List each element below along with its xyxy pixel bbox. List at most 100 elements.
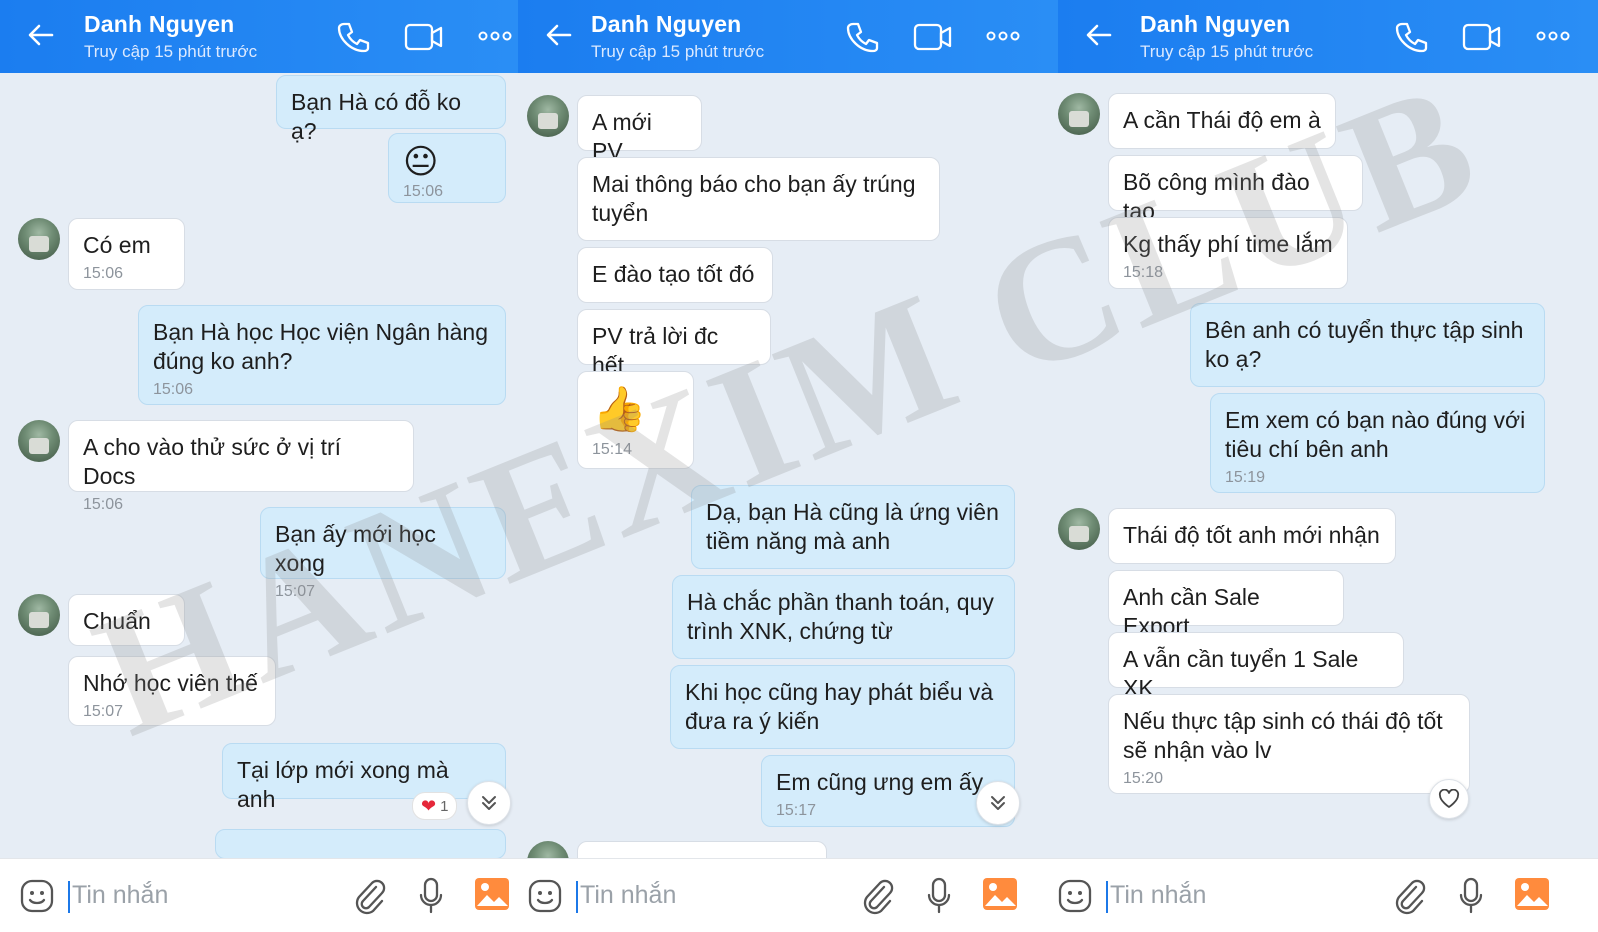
- video-call-icon[interactable]: [1462, 22, 1502, 52]
- contact-name[interactable]: Danh Nguyen: [591, 11, 741, 38]
- message-text: Nhớ học viên thế: [83, 670, 258, 696]
- chat-header: Danh Nguyen Truy cập 15 phút trước: [0, 0, 518, 73]
- message-bubble[interactable]: Bạn Hà học Học viện Ngân hàng đúng ko an…: [138, 305, 506, 405]
- sticker-icon[interactable]: [528, 879, 562, 913]
- image-gallery-icon[interactable]: [474, 877, 510, 911]
- message-bubble[interactable]: Thái độ tốt anh mới nhận: [1108, 508, 1396, 564]
- message-bubble[interactable]: Bõ công mình đào tạo: [1108, 155, 1363, 224]
- phone-icon[interactable]: [845, 20, 879, 54]
- message-bubble-partial[interactable]: [215, 829, 506, 859]
- back-arrow-icon[interactable]: [544, 20, 574, 50]
- message-bubble[interactable]: 👍 15:14: [577, 371, 694, 469]
- thumbs-up-sticker: 👍: [592, 385, 647, 434]
- contact-name[interactable]: Danh Nguyen: [1140, 11, 1290, 38]
- emoji-sticker: 😐: [403, 143, 439, 181]
- chat-panel-1: Danh Nguyen Truy cập 15 phút trước Bạn H…: [0, 0, 518, 932]
- message-composer: Tin nhắn: [0, 858, 518, 932]
- video-call-icon[interactable]: [404, 22, 444, 52]
- message-bubble[interactable]: Hà chắc phần thanh toán, quy trình XNK, …: [672, 575, 1015, 659]
- message-bubble[interactable]: Anh cần Sale Export: [1108, 570, 1344, 639]
- message-text: Chuẩn: [83, 608, 151, 634]
- text-cursor: [576, 881, 578, 913]
- message-input[interactable]: Tin nhắn: [580, 881, 676, 910]
- message-bubble[interactable]: Dạ, bạn Hà cũng là ứng viên tiềm năng mà…: [691, 485, 1015, 569]
- avatar[interactable]: [527, 95, 569, 137]
- message-time: 15:07: [83, 703, 124, 720]
- microphone-icon[interactable]: [1458, 877, 1484, 915]
- avatar[interactable]: [18, 218, 60, 260]
- back-arrow-icon[interactable]: [1084, 20, 1114, 50]
- message-bubble[interactable]: Mai thông báo cho bạn ấy trúng tuyển: [577, 157, 940, 241]
- message-text: Kg thấy phí time lắm: [1123, 231, 1333, 257]
- back-arrow-icon[interactable]: [26, 20, 56, 50]
- message-bubble[interactable]: 😐 15:06: [388, 133, 506, 203]
- message-bubble[interactable]: A cần Thái độ em à: [1108, 93, 1336, 149]
- text-cursor: [68, 881, 70, 913]
- attachment-icon[interactable]: [860, 877, 894, 915]
- reaction-badge[interactable]: ❤ 1: [412, 792, 458, 820]
- react-button[interactable]: [1429, 779, 1469, 819]
- message-list[interactable]: A cần Thái độ em à Bõ công mình đào tạo …: [1058, 73, 1598, 859]
- message-input[interactable]: Tin nhắn: [72, 881, 168, 910]
- message-list[interactable]: Bạn Hà có đỗ ko ạ? 😐 15:06 Có em 15:06 Bạn…: [0, 73, 518, 859]
- message-text: A cho vào thử sức ở vị trí Docs: [83, 434, 342, 489]
- chat-header: Danh Nguyen Truy cập 15 phút trước: [518, 0, 1058, 73]
- message-text: PV trả lời đc hết: [592, 323, 719, 378]
- attachment-icon[interactable]: [352, 877, 386, 915]
- message-text: Bõ công mình đào tạo: [1123, 169, 1310, 224]
- contact-name[interactable]: Danh Nguyen: [84, 11, 234, 38]
- message-bubble[interactable]: A cho vào thử sức ở vị trí Docs 15:06: [68, 420, 414, 513]
- message-bubble[interactable]: Bạn Hà có đỗ ko ạ?: [276, 75, 506, 144]
- microphone-icon[interactable]: [926, 877, 952, 915]
- message-bubble[interactable]: A mới PV: [577, 95, 702, 164]
- video-call-icon[interactable]: [913, 22, 953, 52]
- message-list[interactable]: A mới PV Mai thông báo cho bạn ấy trúng …: [518, 73, 1058, 883]
- microphone-icon[interactable]: [418, 877, 444, 915]
- phone-icon[interactable]: [336, 20, 370, 54]
- message-bubble[interactable]: Bạn ấy mới học xong 15:07: [260, 507, 506, 600]
- message-bubble[interactable]: Kg thấy phí time lắm 15:18: [1108, 217, 1348, 289]
- message-time: 15:19: [1225, 469, 1266, 486]
- heart-outline-icon: [1438, 789, 1460, 808]
- chat-panel-3: Danh Nguyen Truy cập 15 phút trước A cần…: [1058, 0, 1598, 932]
- heart-icon: ❤: [421, 795, 437, 816]
- message-text: Khi học cũng hay phát biểu và đưa ra ý k…: [685, 679, 994, 734]
- avatar[interactable]: [1058, 93, 1100, 135]
- sticker-icon[interactable]: [20, 879, 54, 913]
- text-cursor: [1106, 881, 1108, 913]
- avatar[interactable]: [1058, 508, 1100, 550]
- message-bubble[interactable]: Có em 15:06: [68, 218, 185, 290]
- image-gallery-icon[interactable]: [1514, 877, 1550, 911]
- sticker-icon[interactable]: [1058, 879, 1092, 913]
- message-bubble[interactable]: Nhớ học viên thế 15:07: [68, 656, 276, 726]
- message-bubble[interactable]: Khi học cũng hay phát biểu và đưa ra ý k…: [670, 665, 1015, 749]
- last-seen-status: Truy cập 15 phút trước: [591, 42, 765, 61]
- more-options-icon[interactable]: [478, 30, 512, 42]
- message-input[interactable]: Tin nhắn: [1110, 881, 1206, 910]
- message-bubble[interactable]: PV trả lời đc hết: [577, 309, 771, 378]
- message-time: 15:06: [83, 265, 124, 282]
- more-options-icon[interactable]: [986, 30, 1020, 42]
- last-seen-status: Truy cập 15 phút trước: [1140, 42, 1314, 61]
- scroll-to-bottom-button[interactable]: [467, 781, 511, 825]
- image-gallery-icon[interactable]: [982, 877, 1018, 911]
- attachment-icon[interactable]: [1392, 877, 1426, 915]
- message-time: 15:17: [776, 802, 817, 819]
- phone-icon[interactable]: [1394, 20, 1428, 54]
- last-seen-status: Truy cập 15 phút trước: [84, 42, 258, 61]
- avatar[interactable]: [18, 594, 60, 636]
- message-bubble[interactable]: A vẫn cần tuyển 1 Sale XK: [1108, 632, 1404, 701]
- message-bubble[interactable]: Em cũng ưng em ấy 15:17: [761, 755, 1015, 827]
- message-text: Bạn Hà học Học viện Ngân hàng đúng ko an…: [153, 319, 488, 374]
- message-bubble[interactable]: Bên anh có tuyển thực tập sinh ko ạ?: [1190, 303, 1545, 387]
- message-bubble[interactable]: Chuẩn: [68, 594, 185, 646]
- message-text: Thái độ tốt anh mới nhận: [1123, 522, 1380, 548]
- scroll-to-bottom-button[interactable]: [976, 781, 1020, 825]
- message-bubble[interactable]: Nếu thực tập sinh có thái độ tốt sẽ nhận…: [1108, 694, 1470, 794]
- message-text: Nếu thực tập sinh có thái độ tốt sẽ nhận…: [1123, 708, 1443, 763]
- message-bubble[interactable]: Tại lớp mới xong mà anh: [222, 743, 506, 812]
- avatar[interactable]: [18, 420, 60, 462]
- message-bubble[interactable]: E đào tạo tốt đó: [577, 247, 773, 303]
- message-bubble[interactable]: Em xem có bạn nào đúng với tiêu chí bên …: [1210, 393, 1545, 493]
- more-options-icon[interactable]: [1536, 30, 1570, 42]
